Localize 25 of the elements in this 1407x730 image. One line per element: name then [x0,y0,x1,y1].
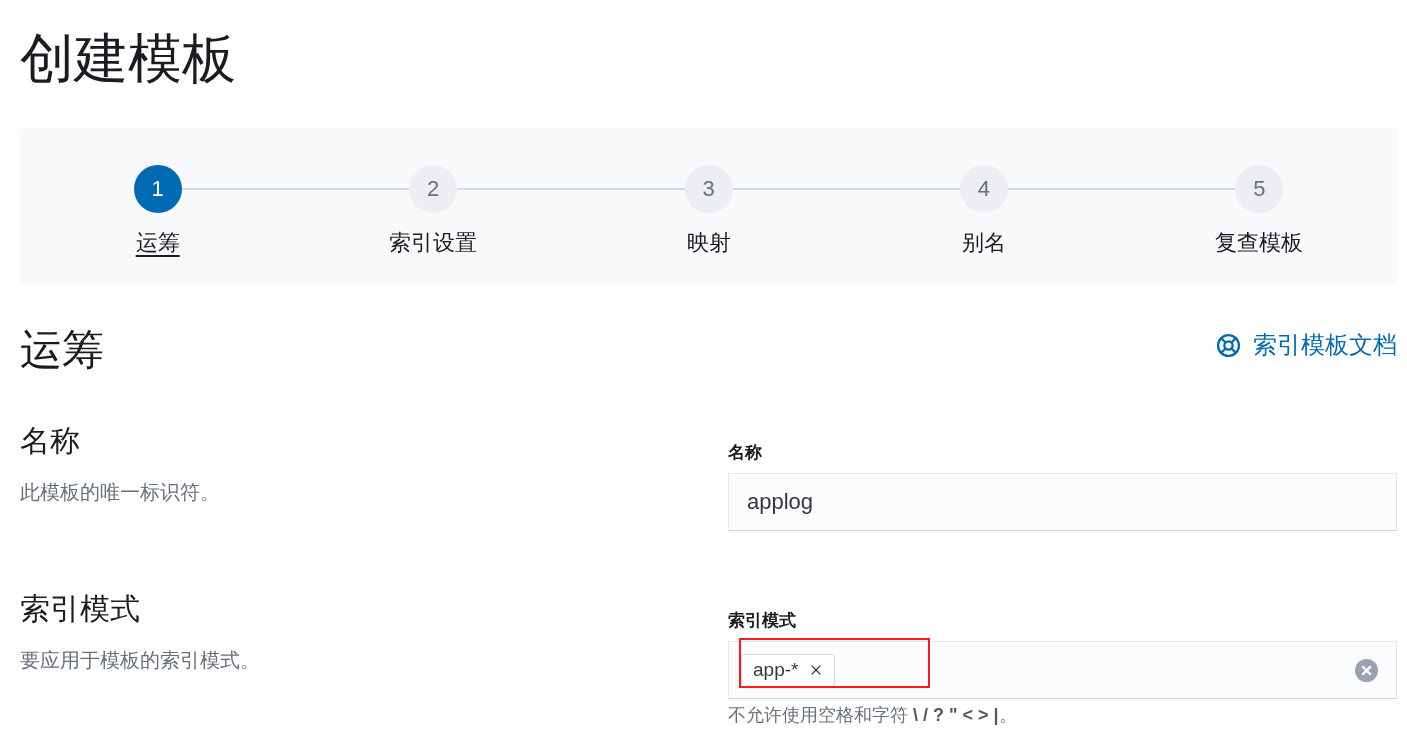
field-label: 名称 [728,442,762,464]
step-label[interactable]: 复查模板 [1215,228,1304,258]
field-description: 要应用于模板的索引模式。 [20,648,260,673]
step-label[interactable]: 映射 [686,228,731,258]
lifebuoy-icon [1216,332,1241,358]
step-number[interactable]: 2 [409,165,458,213]
step-number[interactable]: 1 [133,165,182,213]
clear-icon[interactable] [1355,658,1378,682]
tag-label: app-* [753,659,799,681]
field-label: 索引模式 [728,610,796,632]
step-label[interactable]: 别名 [961,228,1006,258]
page-title: 创建模板 [20,27,236,90]
step-number[interactable]: 3 [684,165,733,213]
field-title: 名称 [20,423,80,459]
field-title: 索引模式 [20,591,140,627]
field-description: 此模板的唯一标识符。 [20,480,220,505]
combo-box[interactable]: app-* [728,641,1397,699]
input-field[interactable]: applog [728,473,1397,531]
step-label[interactable]: 运筹 [135,228,180,258]
step-number[interactable]: 4 [959,165,1008,213]
help-text: 不允许使用空格和字符 \ / ? " < > |。 [728,704,1017,726]
step-label[interactable]: 索引设置 [389,228,478,258]
section-title: 运筹 [20,325,104,375]
step-number[interactable]: 5 [1235,165,1284,213]
docs-link[interactable]: 索引模板文档 [1216,330,1397,360]
